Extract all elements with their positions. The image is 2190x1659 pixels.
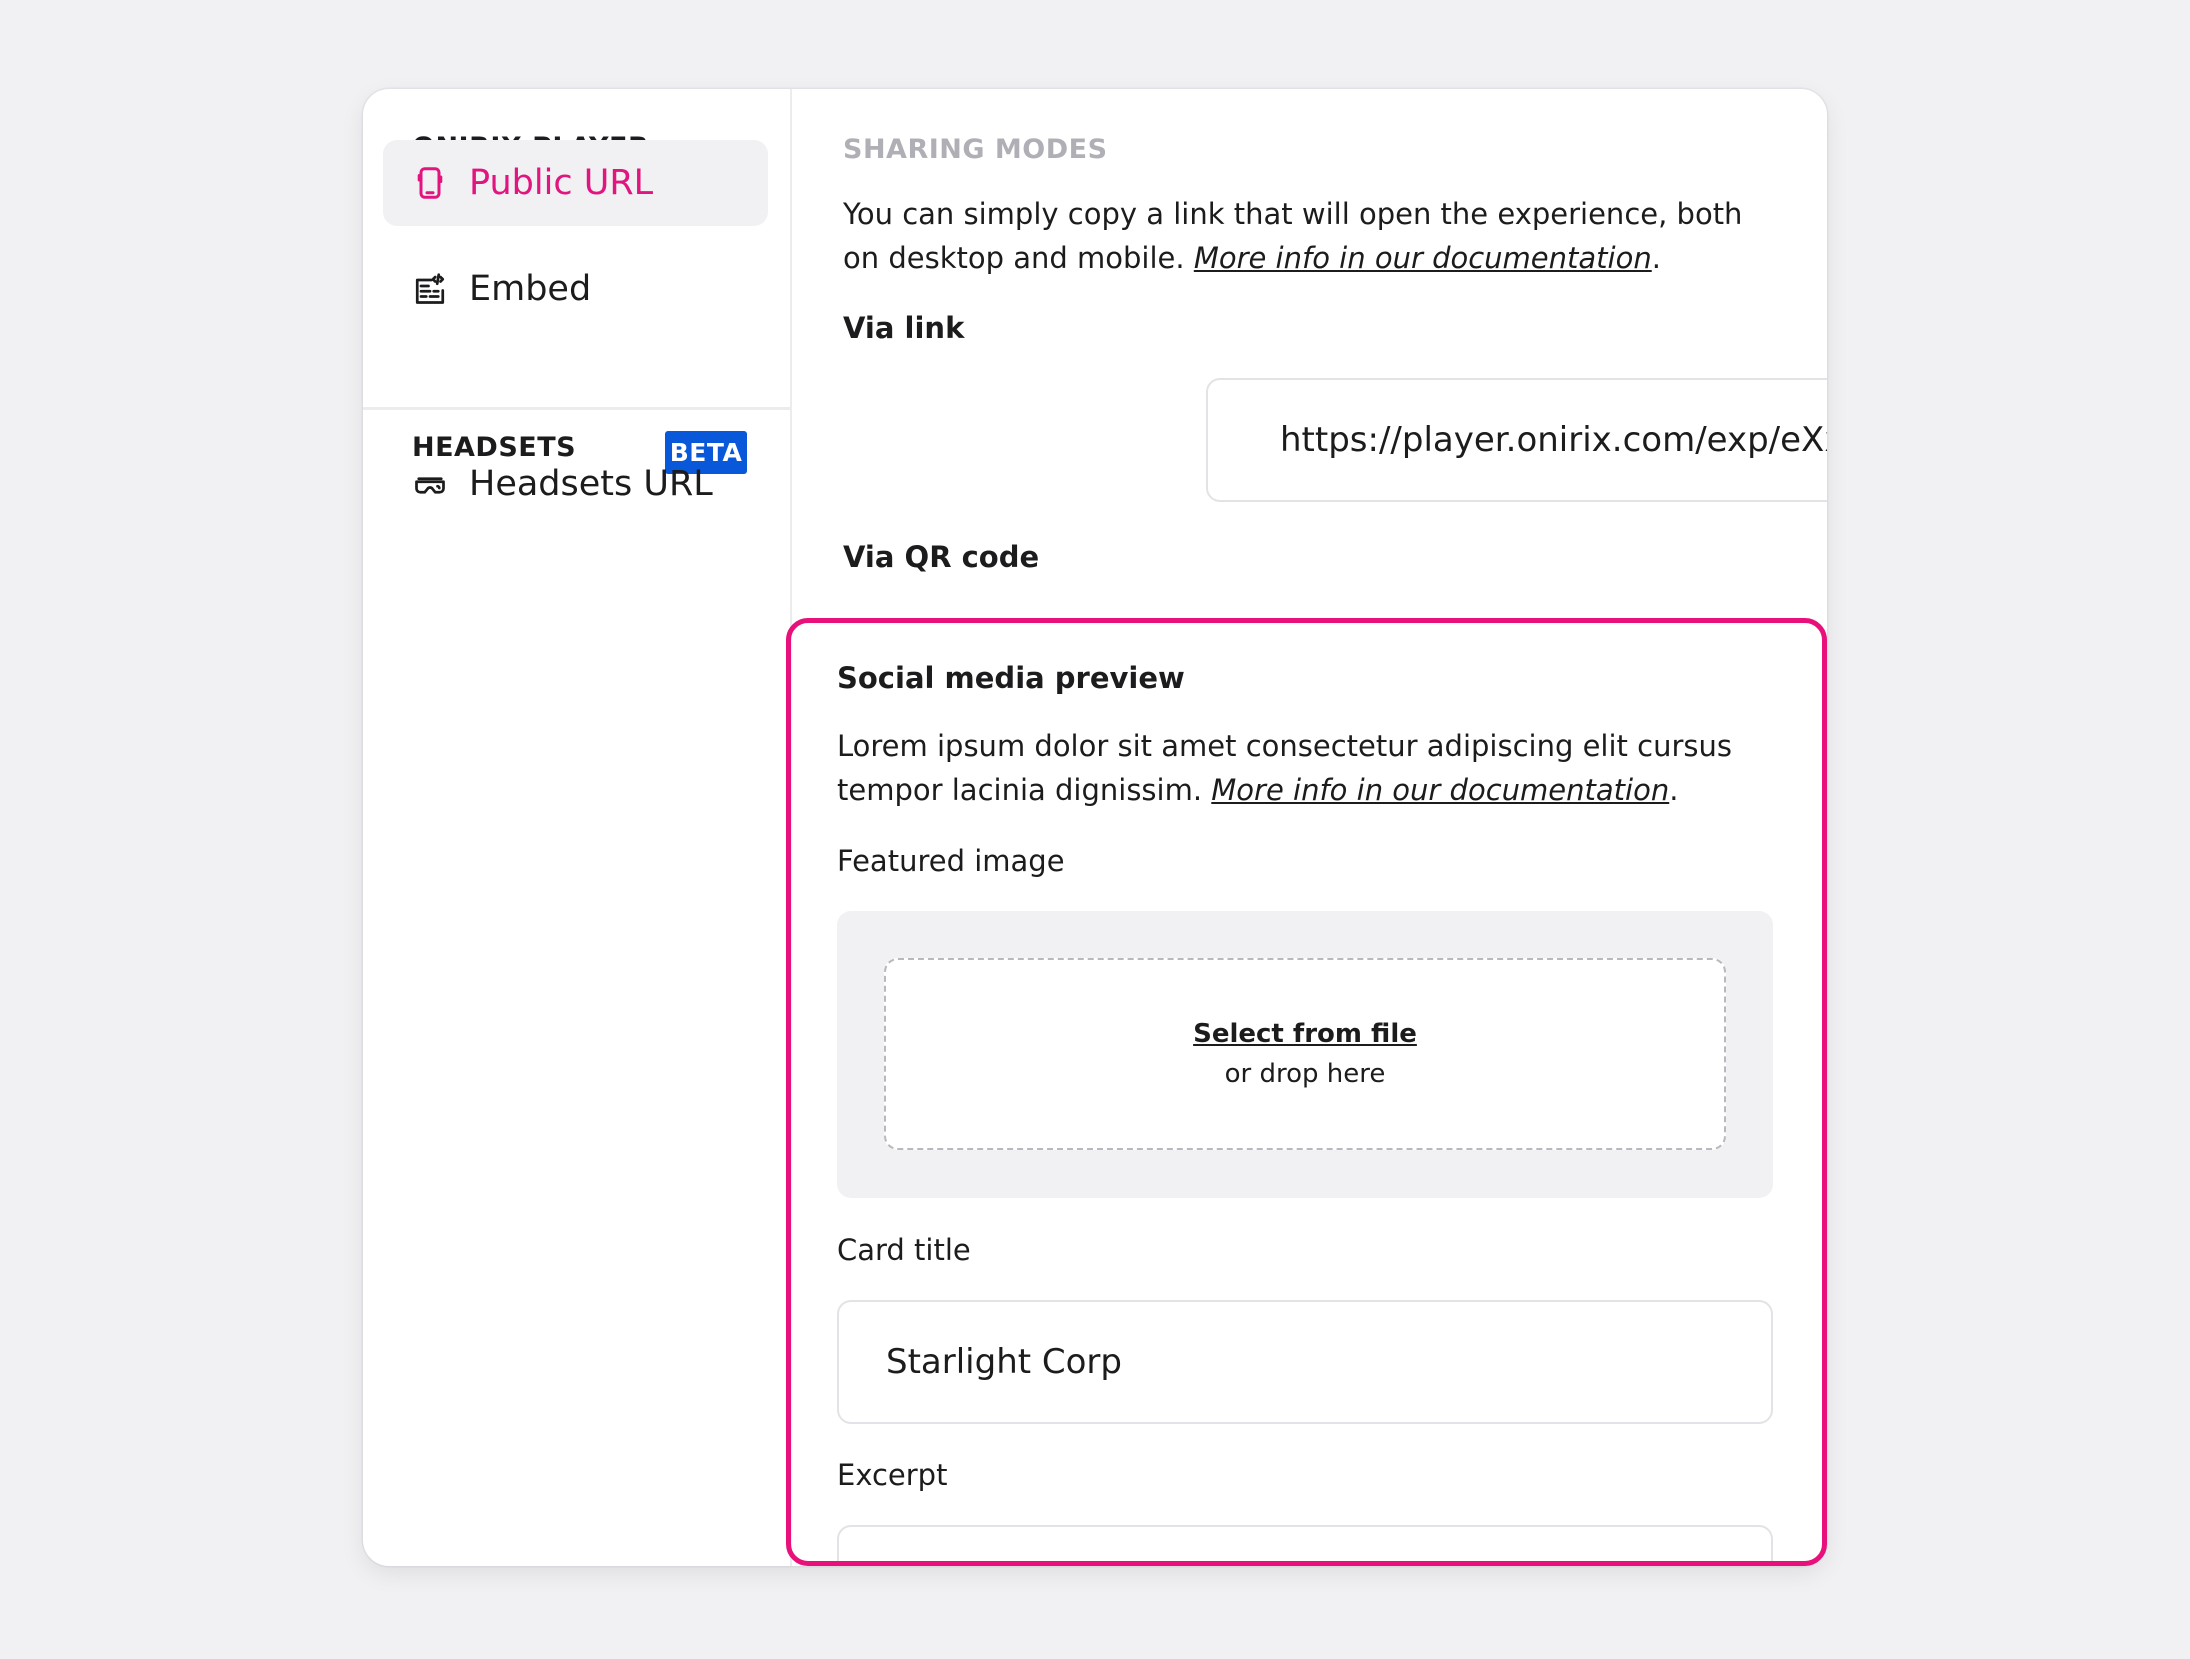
documentation-link[interactable]: More info in our documentation [1194, 241, 1652, 275]
featured-image-dropzone-container: Select from file or drop here [837, 911, 1773, 1198]
social-media-preview-title: Social media preview [837, 661, 1185, 695]
card-title-label: Card title [837, 1233, 971, 1267]
smartphone-icon [412, 165, 448, 201]
sidebar: ONIRIX PLAYER Public URL [363, 89, 792, 1566]
social-media-preview-section: Social media preview Lorem ipsum dolor s… [787, 619, 1826, 1565]
via-qr-code-label: Via QR code [843, 540, 1040, 574]
sidebar-item-headsets-url[interactable]: Headsets URL [383, 441, 768, 527]
via-link-label: Via link [843, 311, 965, 345]
card-title-input[interactable]: Starlight Corp [837, 1300, 1773, 1424]
select-from-file-link[interactable]: Select from file [1193, 1019, 1417, 1049]
intro-paragraph: You can simply copy a link that will ope… [843, 192, 1773, 280]
embed-code-icon [412, 271, 448, 307]
sidebar-item-public-url[interactable]: Public URL [383, 140, 768, 226]
sidebar-item-label: Public URL [469, 163, 654, 203]
excerpt-label: Excerpt [837, 1458, 948, 1492]
vr-headset-icon [412, 466, 448, 502]
social-description: Lorem ipsum dolor sit amet consectetur a… [837, 724, 1787, 812]
intro-suffix: . [1651, 241, 1661, 275]
social-description-suffix: . [1669, 773, 1679, 807]
public-url-value: https://player.onirix.com/exp/eXxRQe [1280, 420, 1827, 460]
sidebar-divider [363, 407, 790, 410]
featured-image-label: Featured image [837, 844, 1065, 878]
public-url-input[interactable]: https://player.onirix.com/exp/eXxRQe [1206, 378, 1827, 502]
excerpt-input[interactable] [837, 1525, 1773, 1565]
sidebar-item-label: Headsets URL [469, 464, 713, 504]
section-eyebrow: SHARING MODES [843, 134, 1108, 165]
featured-image-dropzone[interactable]: Select from file or drop here [884, 958, 1726, 1150]
card-title-value: Starlight Corp [886, 1342, 1122, 1382]
documentation-link[interactable]: More info in our documentation [1211, 773, 1669, 807]
sidebar-item-label: Embed [469, 269, 592, 309]
sidebar-item-embed[interactable]: Embed [383, 246, 768, 332]
drop-here-text: or drop here [1224, 1059, 1386, 1089]
